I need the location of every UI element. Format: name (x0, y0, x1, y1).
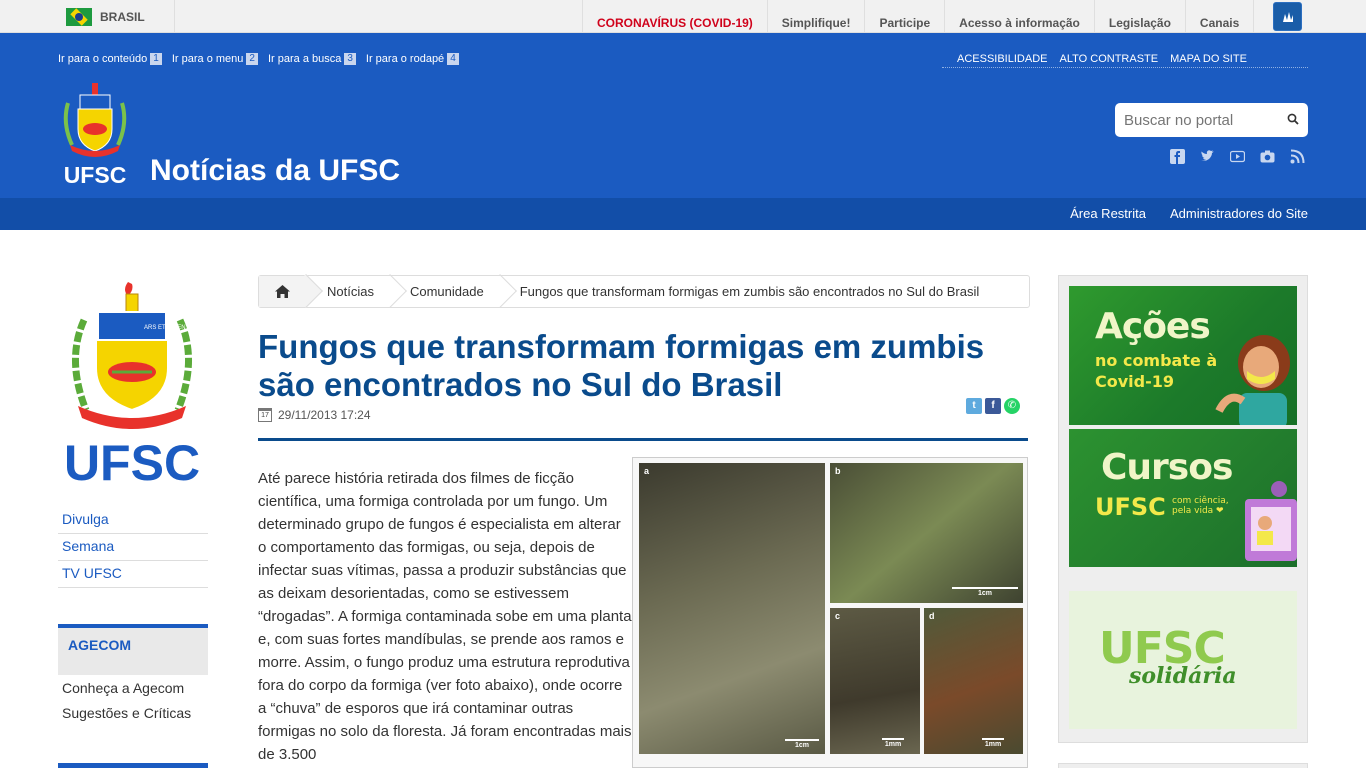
skip-to-footer[interactable]: Ir para o rodapé 4 (366, 53, 459, 65)
brasil-link[interactable]: BRASIL (58, 0, 175, 33)
banner-cursos-ufsc[interactable]: Cursos UFSC com ciência, pela vida ❤ (1069, 429, 1297, 567)
social-links (1170, 149, 1305, 164)
banner-ufsc-solidaria[interactable]: UFSC solidária (1069, 591, 1297, 729)
share-whatsapp-icon[interactable]: ✆ (1004, 398, 1020, 414)
agecom-title: AGECOM (58, 624, 208, 675)
site-header: Ir para o conteúdo 1 Ir para o menu 2 Ir p… (0, 33, 1366, 198)
banner1-title: Ações (1095, 306, 1211, 347)
header-logo-text: UFSC (64, 162, 127, 187)
laptop-illustration (1245, 481, 1297, 561)
right-next-box (1058, 763, 1308, 768)
nav-item-tv-ufsc[interactable]: TV UFSC (58, 561, 208, 588)
breadcrumb-current: Fungos que transformam formigas em zumbi… (519, 284, 980, 299)
banner2-brand: UFSC (1095, 493, 1166, 521)
sidebar-next-section-border (58, 763, 208, 768)
search-box (1115, 103, 1308, 137)
home-icon (275, 285, 290, 298)
nav-item-semana[interactable]: Semana (58, 534, 208, 561)
skip-to-search[interactable]: Ir para a busca 3 (268, 53, 356, 65)
agecom-link-feedback[interactable]: Sugestões e Críticas (58, 700, 208, 725)
agecom-link-about[interactable]: Conheça a Agecom (58, 675, 208, 700)
gov-link-acesso-informacao[interactable]: Acesso à informação (944, 0, 1094, 33)
figure-panel-c: c 1mm (830, 608, 920, 754)
breadcrumb-comunidade[interactable]: Comunidade (394, 276, 504, 307)
figure-panel-b: b 1cm (830, 463, 1023, 603)
banner1-subtitle: no combate à Covid-19 (1095, 351, 1218, 391)
article-figure[interactable]: a 1cm b 1cm c 1mm d 1mm (632, 457, 1028, 768)
ufsc-sidebar-logo[interactable]: ARS ET SCIENTIA UFSC (62, 280, 202, 491)
rss-icon[interactable] (1290, 149, 1305, 164)
sidebar-logo-text: UFSC (64, 435, 200, 485)
ufsc-header-logo[interactable]: UFSC (58, 83, 132, 188)
gov-bar: BRASIL CORONAVÍRUS (COVID-19) Simplifiqu… (0, 0, 1366, 33)
gov-link-covid[interactable]: CORONAVÍRUS (COVID-19) (582, 0, 767, 33)
brazil-flag-icon (66, 7, 92, 26)
search-input[interactable] (1124, 111, 1284, 129)
skip-to-content[interactable]: Ir para o conteúdo 1 (58, 53, 162, 65)
article-date-text: 29/11/2013 17:24 (278, 408, 371, 422)
restricted-area-link[interactable]: Área Restrita (1070, 198, 1146, 230)
gov-link-legislacao[interactable]: Legislação (1093, 0, 1185, 33)
gov-link-participe[interactable]: Participe (864, 0, 944, 33)
camera-icon[interactable] (1260, 149, 1275, 164)
skip-links: Ir para o conteúdo 1 Ir para o menu 2 Ir p… (58, 53, 459, 65)
breadcrumb: Notícias Comunidade Fungos que transform… (258, 275, 1030, 308)
title-rule (258, 438, 1028, 441)
article-date: 17 29/11/2013 17:24 (258, 408, 371, 422)
figure-panel-d: d 1mm (924, 608, 1023, 754)
youtube-icon[interactable] (1229, 149, 1246, 164)
left-nav: Divulga Semana TV UFSC (58, 507, 208, 588)
nav-item-divulga[interactable]: Divulga (58, 507, 208, 534)
share-facebook-icon[interactable]: f (985, 398, 1001, 414)
sub-header-bar: Área Restrita Administradores do Site (0, 198, 1366, 230)
accessibility-links: ACESSIBILIDADE ALTO CONTRASTE MAPA DO SI… (942, 53, 1308, 68)
agecom-section: AGECOM Conheça a Agecom Sugestões e Crít… (58, 624, 208, 725)
banner2-title: Cursos (1101, 447, 1233, 488)
article-title: Fungos que transformam formigas em zumbi… (258, 328, 985, 403)
share-twitter-icon[interactable]: t (966, 398, 982, 414)
calendar-icon: 17 (258, 408, 272, 422)
accessibility-link[interactable]: ACESSIBILIDADE (957, 53, 1047, 65)
breadcrumb-home[interactable] (259, 276, 307, 307)
facebook-icon[interactable] (1170, 149, 1185, 164)
high-contrast-link[interactable]: ALTO CONTRASTE (1059, 53, 1158, 65)
search-icon[interactable] (1287, 113, 1299, 125)
gov-link-simplifique[interactable]: Simplifique! (766, 0, 865, 33)
site-title[interactable]: Notícias da UFSC (150, 154, 400, 188)
brasil-label: BRASIL (100, 9, 145, 24)
breadcrumb-noticias[interactable]: Notícias (311, 276, 394, 307)
twitter-icon[interactable] (1200, 149, 1215, 164)
svg-text:ARS ET SCIENTIA: ARS ET SCIENTIA (144, 325, 195, 331)
article-body: Até parece história retirada dos filmes … (258, 470, 632, 763)
banner2-tagline: com ciência, pela vida ❤ (1172, 496, 1229, 516)
figure-panel-a: a 1cm (639, 463, 825, 754)
libras-hands-icon[interactable] (1273, 2, 1302, 31)
gov-links: CORONAVÍRUS (COVID-19) Simplifique! Part… (582, 0, 1255, 33)
skip-to-menu[interactable]: Ir para o menu 2 (172, 53, 258, 65)
gov-link-canais[interactable]: Canais (1184, 0, 1255, 33)
woman-mask-illustration (1215, 335, 1290, 425)
share-buttons: t f ✆ (966, 398, 1020, 414)
sitemap-link[interactable]: MAPA DO SITE (1170, 53, 1247, 65)
banner-covid-actions[interactable]: Ações no combate à Covid-19 (1069, 286, 1297, 425)
site-admins-link[interactable]: Administradores do Site (1170, 198, 1308, 230)
right-banners: Ações no combate à Covid-19 Cursos UFSC … (1058, 275, 1308, 743)
banner3-subtitle: solidária (1129, 663, 1237, 689)
